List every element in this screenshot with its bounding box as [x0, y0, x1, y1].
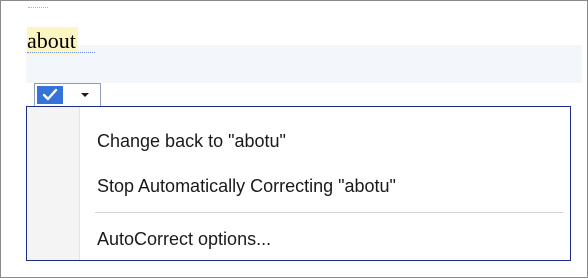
- document-frame: about Change back to "abotu" Stop Automa…: [0, 0, 588, 278]
- autocorrected-word[interactable]: about: [27, 27, 78, 55]
- menu-item-autocorrect-options[interactable]: AutoCorrect options...: [79, 221, 569, 257]
- ruler-mark: [28, 7, 48, 8]
- document-line-band: [26, 45, 582, 83]
- autocorrect-options-button[interactable]: [34, 83, 101, 107]
- dropdown-arrow-icon[interactable]: [78, 88, 92, 102]
- autocorrect-options-menu: Change back to "abotu" Stop Automaticall…: [26, 106, 571, 261]
- menu-separator: [95, 212, 563, 213]
- autocorrect-underline: [27, 52, 95, 53]
- menu-item-change-back[interactable]: Change back to "abotu": [79, 123, 569, 159]
- menu-icon-gutter: [27, 107, 80, 260]
- menu-item-stop-correcting[interactable]: Stop Automatically Correcting "abotu": [79, 168, 569, 204]
- checkmark-icon: [37, 86, 63, 104]
